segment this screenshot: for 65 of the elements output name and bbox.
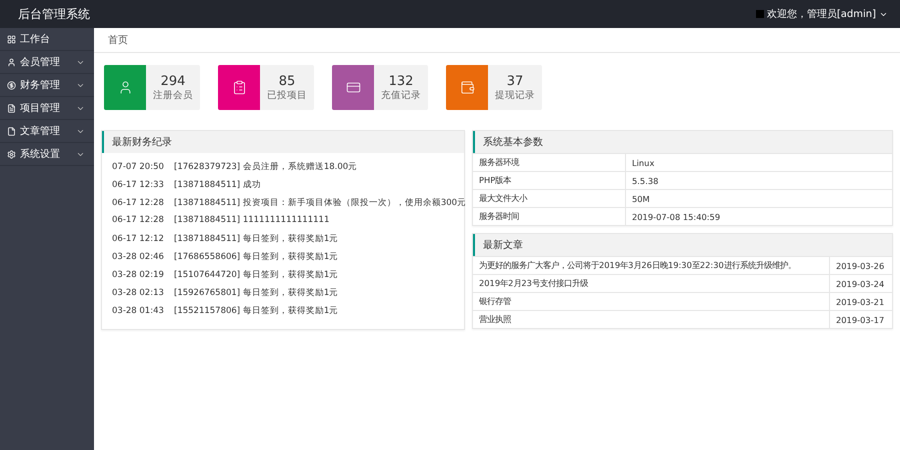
app-title: 后台管理系统 bbox=[18, 6, 90, 22]
table-cell: 2019-03-21 bbox=[830, 292, 892, 310]
record-text: [15521157806] 每日签到，获得奖励1元 bbox=[174, 305, 338, 317]
table-cell: 服务器环境 bbox=[473, 154, 626, 172]
wallet-icon bbox=[460, 80, 474, 95]
record-text: [17686558606] 每日签到，获得奖励1元 bbox=[174, 251, 338, 263]
settings-icon bbox=[7, 150, 16, 158]
article-link[interactable]: 2019年2月23号支付接口升级 bbox=[473, 274, 830, 292]
stat-label: 注册会员 bbox=[153, 88, 193, 102]
sidebar-item[interactable]: 会员管理 bbox=[0, 51, 94, 74]
record-text: [15107644720] 每日签到，获得奖励1元 bbox=[174, 269, 338, 281]
table-cell: 2019-07-08 15:40:59 bbox=[626, 208, 892, 225]
stat-label: 已投项目 bbox=[267, 88, 307, 102]
user-menu[interactable]: 欢迎您，管理员[admin] bbox=[766, 7, 876, 21]
sidebar-item[interactable]: 工作台 bbox=[0, 28, 94, 51]
sidebar-item[interactable]: 系统设置 bbox=[0, 143, 94, 166]
stat-value: 85 bbox=[278, 74, 296, 88]
grid-icon bbox=[7, 34, 16, 44]
table-cell: 服务器时间 bbox=[473, 208, 626, 225]
record-text: [13871884511] 成功 bbox=[174, 179, 261, 191]
record-time: 06-17 12:28 bbox=[112, 215, 165, 225]
record-time: 03-28 02:19 bbox=[112, 270, 165, 280]
table-cell: 最大文件大小 bbox=[473, 190, 626, 208]
table-cell: Linux bbox=[626, 154, 892, 172]
sidebar-item[interactable]: 财务管理 bbox=[0, 74, 94, 97]
stat-label: 充值记录 bbox=[381, 88, 421, 102]
card-icon bbox=[346, 80, 360, 95]
clipboard-icon bbox=[232, 80, 246, 95]
panel-title: 系统基本参数 bbox=[473, 131, 892, 153]
dollar-icon bbox=[7, 80, 16, 90]
record-time: 07-07 20:50 bbox=[112, 162, 165, 172]
table-cell: PHP版本 bbox=[473, 172, 626, 190]
record-time: 03-28 01:43 bbox=[112, 306, 165, 316]
table-cell: 2019-03-24 bbox=[830, 274, 892, 292]
stat-label: 提现记录 bbox=[495, 88, 535, 102]
document-icon bbox=[7, 104, 16, 112]
record-time: 03-28 02:13 bbox=[112, 288, 165, 298]
sidebar-item[interactable]: 项目管理 bbox=[0, 97, 94, 120]
user-icon bbox=[7, 58, 16, 66]
record-time: 06-17 12:33 bbox=[112, 180, 165, 190]
panel-title: 最新文章 bbox=[473, 234, 892, 256]
record-text: [13871884511] 每日签到，获得奖励1元 bbox=[174, 233, 338, 245]
table-cell: 2019-03-26 bbox=[830, 256, 892, 274]
article-link[interactable]: 营业执照 bbox=[473, 310, 830, 328]
table-cell: 5.5.38 bbox=[626, 172, 892, 190]
sidebar-item[interactable]: 文章管理 bbox=[0, 120, 94, 143]
record-time: 06-17 12:12 bbox=[112, 234, 165, 244]
avatar-icon bbox=[756, 10, 764, 18]
stat-value: 37 bbox=[506, 74, 524, 88]
record-text: [13871884511] 1111111111111111 bbox=[174, 215, 330, 225]
stat-value: 132 bbox=[388, 74, 414, 88]
table-cell: 2019-03-17 bbox=[830, 310, 892, 328]
record-text: [17628379723] 会员注册，系统赠送18.00元 bbox=[174, 161, 358, 173]
panel-title: 最新财务纪录 bbox=[102, 131, 464, 153]
record-time: 06-17 12:28 bbox=[112, 198, 165, 208]
table-cell: 50M bbox=[626, 190, 892, 208]
record-text: [13871884511] 投资项目：新手项目体验（限投一次），使用余额300元 bbox=[174, 197, 466, 209]
article-link[interactable]: 银行存管 bbox=[473, 292, 830, 310]
breadcrumb[interactable]: 首页 bbox=[108, 33, 128, 47]
file-icon bbox=[7, 126, 16, 136]
record-text: [15926765801] 每日签到，获得奖励1元 bbox=[174, 287, 338, 299]
stat-value: 294 bbox=[160, 74, 186, 88]
user-icon bbox=[118, 80, 132, 95]
record-time: 03-28 02:46 bbox=[112, 252, 165, 262]
article-link[interactable]: 为更好的服务广大客户，公司将于2019年3月26日晚19:30至22:30进行系统升级维护。 bbox=[473, 256, 830, 274]
